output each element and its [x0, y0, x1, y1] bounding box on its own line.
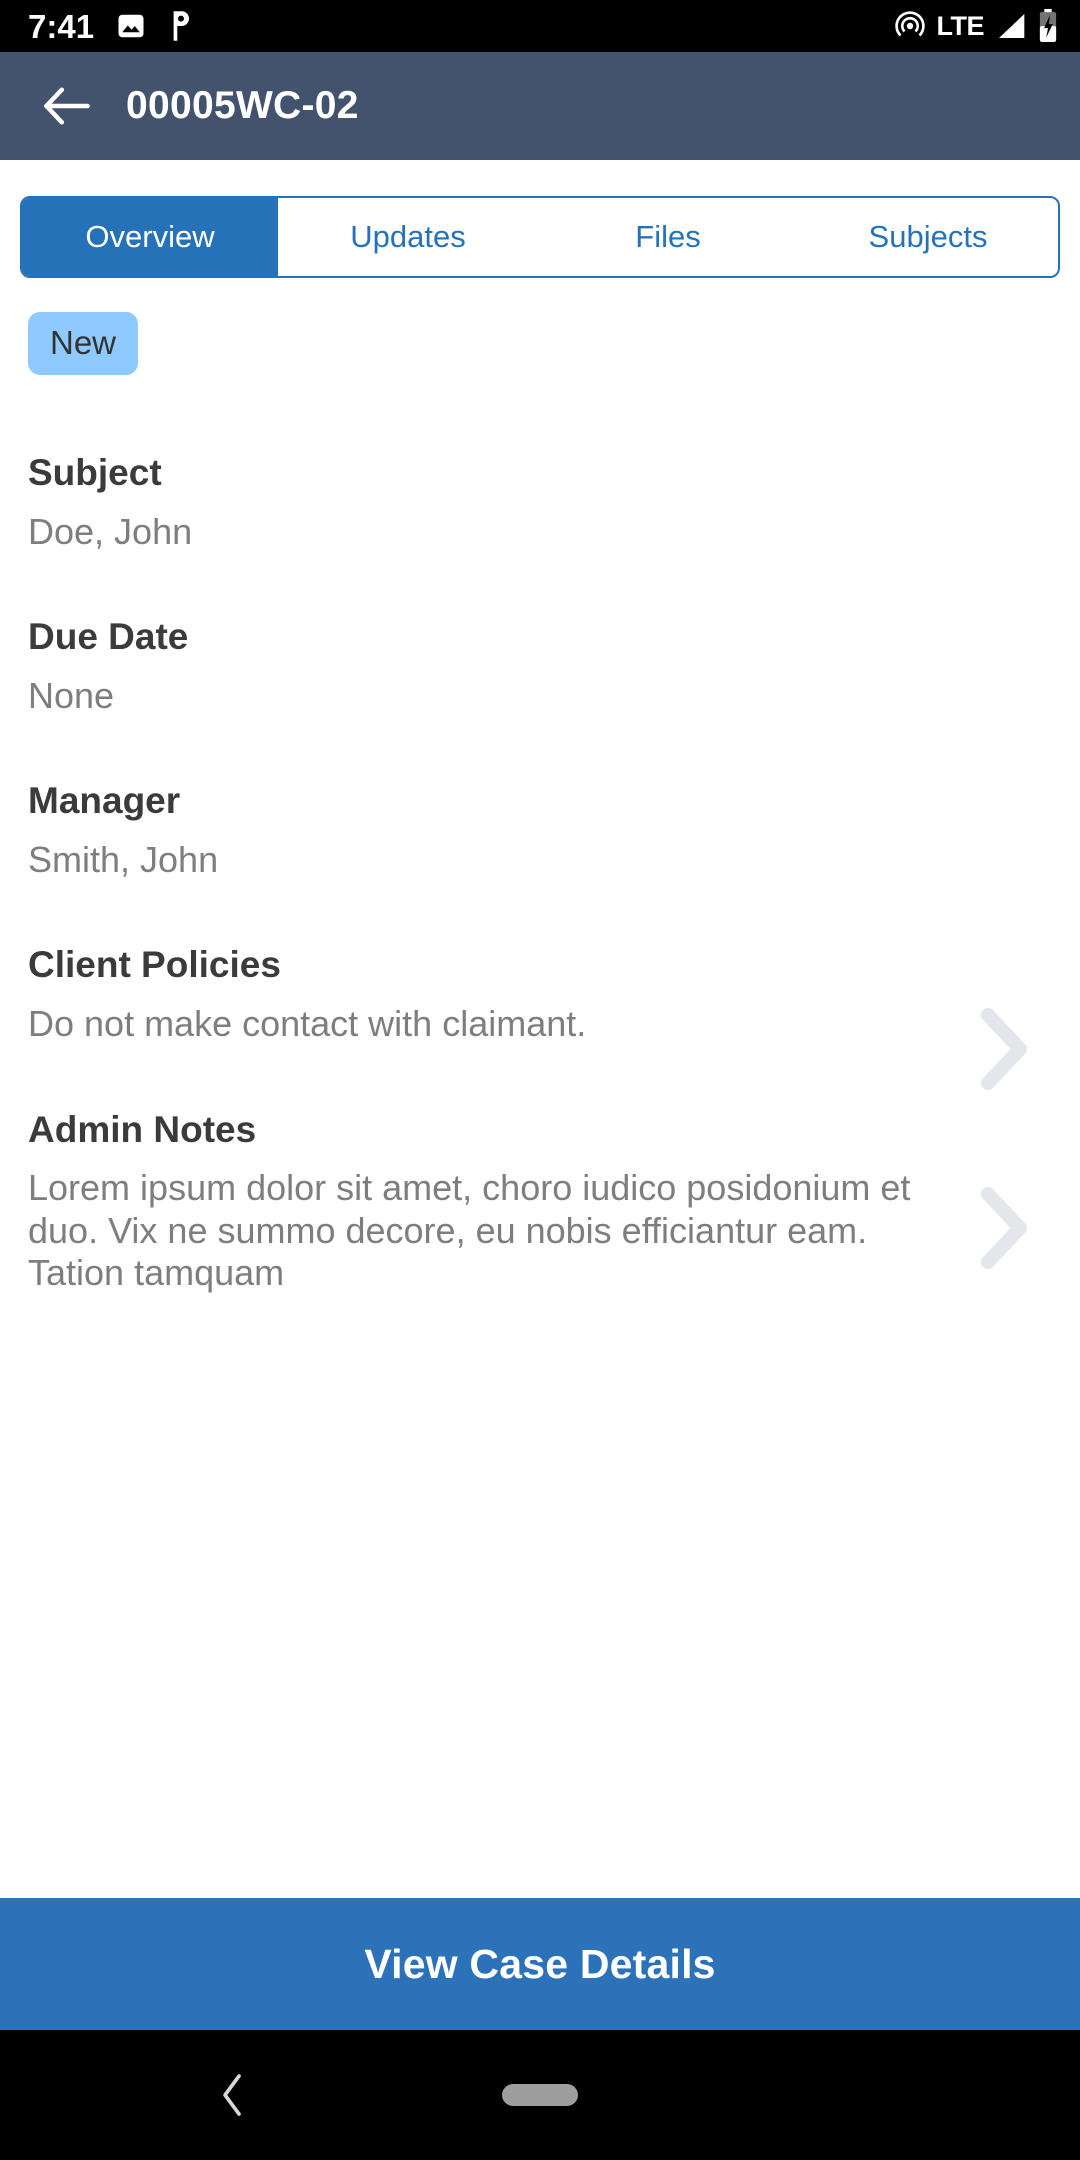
battery-charging-icon — [1038, 9, 1058, 43]
nav-back-button[interactable] — [206, 2069, 258, 2121]
field-label: Due Date — [28, 616, 189, 658]
field-admin-notes[interactable]: Admin Notes Lorem ipsum dolor sit amet, … — [28, 1108, 1052, 1295]
android-nav-bar — [0, 2030, 1080, 2160]
field-client-policies[interactable]: Client Policies Do not make contact with… — [28, 944, 1052, 1091]
chevron-right-icon — [978, 1186, 1030, 1275]
tab-bar: Overview Updates Files Subjects — [20, 196, 1060, 278]
field-value: Smith, John — [28, 839, 219, 880]
photo-icon — [116, 11, 146, 41]
status-bar-right: LTE — [894, 9, 1059, 43]
status-bar-left: 7:41 — [28, 10, 194, 43]
tab-subjects[interactable]: Subjects — [798, 198, 1058, 276]
overview-panel: New Subject Doe, John Due Date None Mana… — [0, 278, 1080, 1898]
view-case-details-button[interactable]: View Case Details — [0, 1898, 1080, 2030]
tab-overview[interactable]: Overview — [22, 198, 278, 276]
network-type-label: LTE — [936, 10, 985, 41]
field-value: Lorem ipsum dolor sit amet, choro iudico… — [28, 1167, 911, 1294]
field-value: Do not make contact with claimant. — [28, 1003, 587, 1045]
nav-home-pill[interactable] — [502, 2084, 578, 2106]
status-badge-row: New — [28, 278, 1052, 375]
page-title: 00005WC-02 — [126, 84, 359, 127]
back-button[interactable] — [32, 71, 102, 141]
chevron-right-icon — [978, 1007, 1030, 1096]
app-header: 00005WC-02 — [0, 52, 1080, 160]
tab-updates[interactable]: Updates — [278, 198, 538, 276]
field-label: Manager — [28, 780, 181, 822]
cast-icon — [894, 10, 926, 42]
field-label: Admin Notes — [28, 1108, 257, 1150]
chevron-left-icon — [223, 2074, 241, 2116]
field-subject: Subject Doe, John — [28, 452, 1052, 553]
field-label: Client Policies — [28, 944, 281, 986]
phone-screen: 7:41 LTE 00005WC-02 Overview Updates Fil… — [0, 0, 1080, 2160]
pushbullet-p-icon — [168, 10, 194, 42]
signal-icon — [995, 11, 1027, 41]
tab-bar-container: Overview Updates Files Subjects — [0, 160, 1080, 278]
arrow-left-icon — [44, 87, 90, 125]
status-badge: New — [28, 312, 139, 375]
field-due-date: Due Date None — [28, 616, 1052, 717]
field-value: Doe, John — [28, 510, 193, 552]
field-value: None — [28, 674, 115, 716]
field-label: Subject — [28, 452, 162, 493]
field-manager: Manager Smith, John — [28, 781, 1052, 881]
tab-files[interactable]: Files — [538, 198, 798, 276]
status-bar: 7:41 LTE — [0, 0, 1080, 52]
status-clock: 7:41 — [28, 7, 95, 45]
field-value-clip: Lorem ipsum dolor sit amet, choro iudico… — [28, 1150, 932, 1294]
